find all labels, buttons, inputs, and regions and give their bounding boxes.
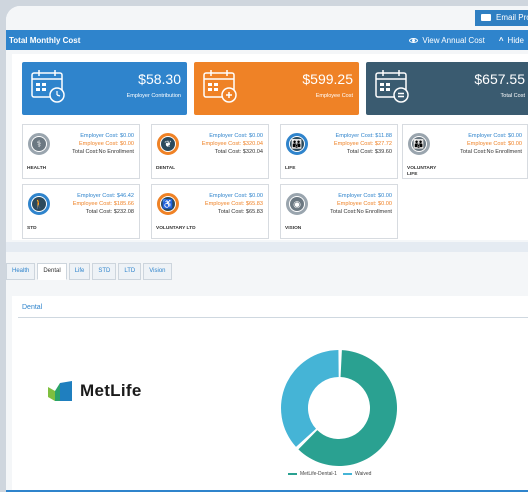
calendar-equals-icon xyxy=(375,70,409,103)
legend-item[interactable]: Waived xyxy=(342,471,372,477)
summary-amount: $599.25 xyxy=(302,71,353,87)
coverage-tabs: Health Dental Life STD LTD Vision xyxy=(6,263,174,280)
summary-card: $657.55 Total Cost xyxy=(366,62,528,115)
caduceus-icon: ⚕ xyxy=(28,133,50,155)
email-prospect-label: Email Prospec xyxy=(496,13,528,22)
coverage-name: DENTAL xyxy=(156,166,176,171)
tab-ltd[interactable]: LTD xyxy=(118,263,142,280)
metlife-logo-mark-icon xyxy=(48,381,72,401)
summary-amount: $58.30 xyxy=(138,71,181,87)
dental-panel: Dental MetLife MetLife-Dental-1 Waived xyxy=(12,296,528,492)
coverage-name: HEALTH xyxy=(27,166,47,171)
chart-legend: MetLife-Dental-1 Waived xyxy=(288,471,371,477)
eye-icon xyxy=(409,37,419,43)
employer-cost: Employer Cost: $0.00 xyxy=(468,133,522,139)
total-cost: Total Cost:No Enrollment xyxy=(460,149,522,155)
tab-vision[interactable]: Vision xyxy=(143,263,172,280)
family-icon: 👪 xyxy=(408,133,430,155)
employer-cost: Employer Cost: $0.00 xyxy=(338,193,392,199)
employer-cost: Employer Cost: $0.00 xyxy=(80,133,134,139)
family-icon: 👪 xyxy=(286,133,308,155)
total-cost: Total Cost:No Enrollment xyxy=(330,209,392,215)
view-annual-cost-button[interactable]: View Annual Cost xyxy=(405,36,489,45)
top-strip xyxy=(6,6,528,30)
coverage-card-health[interactable]: ⚕ HEALTH Employer Cost: $0.00 Employee Cost… xyxy=(22,124,140,179)
hide-button[interactable]: ^ Hide xyxy=(495,36,528,45)
section-divider xyxy=(6,242,528,252)
employer-cost: Employer Cost: $0.00 xyxy=(209,193,263,199)
coverage-card-voluntary-life[interactable]: 👪 VOLUNTARY LIFE Employer Cost: $0.00 Emplo… xyxy=(402,124,528,179)
employer-cost: Employer Cost: $11.88 xyxy=(335,133,392,139)
tab-health[interactable]: Health xyxy=(6,263,36,280)
employee-cost: Employee Cost: $27.72 xyxy=(333,141,392,147)
elderly-person-icon: 🚶 xyxy=(28,193,50,215)
total-cost: Total Cost: $65.83 xyxy=(217,209,263,215)
employer-cost: Employer Cost: $46.42 xyxy=(77,193,134,199)
coverage-name: LIFE xyxy=(285,166,296,171)
employee-cost: Employee Cost: $65.83 xyxy=(204,201,263,207)
chevron-up-icon: ^ xyxy=(498,35,504,45)
tab-life[interactable]: Life xyxy=(68,263,91,280)
coverage-card-vision[interactable]: ◉ VISION Employer Cost: $0.00 Employee Cost… xyxy=(280,184,398,239)
employer-cost: Employer Cost: $0.00 xyxy=(209,133,263,139)
coverage-name: VOLUNTARY LIFE xyxy=(407,166,437,177)
email-prospect-button[interactable]: Email Prospec xyxy=(475,10,528,26)
legend-label: Waived xyxy=(354,471,372,477)
eye-icon: ◉ xyxy=(286,193,308,215)
dental-title: Dental xyxy=(22,304,43,311)
tab-dental[interactable]: Dental xyxy=(37,263,67,280)
bar-actions: View Annual Cost ^ Hide xyxy=(405,30,528,50)
summary-card: $599.25 Employee Cost xyxy=(194,62,359,115)
coverage-name: STD xyxy=(27,226,37,231)
coverage-name: VOLUNTARY LTD xyxy=(156,226,196,231)
employee-cost: Employee Cost: $320.04 xyxy=(201,141,263,147)
envelope-icon xyxy=(481,14,491,21)
cost-summary-panel: $58.30 Employer Contribution $599.25 Employ… xyxy=(12,54,528,240)
hide-label: Hide xyxy=(507,35,524,45)
tab-std[interactable]: STD xyxy=(92,263,117,280)
employee-cost: Employee Cost: $0.00 xyxy=(466,141,522,147)
wheelchair-icon: ♿ xyxy=(157,193,179,215)
metlife-logo-text: MetLife xyxy=(80,381,142,400)
coverage-name: VISION xyxy=(285,226,302,231)
legend-label: MetLife-Dental-1 xyxy=(300,471,337,477)
employee-cost: Employee Cost: $185.66 xyxy=(72,201,134,207)
view-annual-cost-label: View Annual Cost xyxy=(422,35,485,45)
summary-label: Total Cost xyxy=(500,93,525,99)
total-monthly-cost-bar: Total Monthly Cost View Annual Cost ^ Hi… xyxy=(6,30,528,50)
legend-item[interactable]: MetLife-Dental-1 xyxy=(288,471,337,477)
calendar-plus-icon xyxy=(203,70,237,103)
donut-slice-waived[interactable] xyxy=(281,350,339,447)
legend-swatch xyxy=(342,472,352,475)
coverage-card-life[interactable]: 👪 LIFE Employer Cost: $11.88 Employee Cost:… xyxy=(280,124,398,179)
app-card: Email Prospec Total Monthly Cost View An… xyxy=(6,6,528,492)
coverage-card-voluntary-ltd[interactable]: ♿ VOLUNTARY LTD Employer Cost: $0.00 Employ… xyxy=(151,184,269,239)
summary-label: Employer Contribution xyxy=(126,93,181,99)
total-cost: Total Cost:No Enrollment xyxy=(72,149,134,155)
total-cost: Total Cost: $232.08 xyxy=(85,209,134,215)
total-cost: Total Cost: $320.04 xyxy=(214,149,263,155)
total-cost: Total Cost: $39.60 xyxy=(346,149,392,155)
employee-cost: Employee Cost: $0.00 xyxy=(336,201,392,207)
bar-title: Total Monthly Cost xyxy=(9,36,81,45)
coverage-card-std[interactable]: 🚶 STD Employer Cost: $46.42 Employee Cost: … xyxy=(22,184,140,239)
calendar-clock-icon xyxy=(31,70,65,103)
summary-card: $58.30 Employer Contribution xyxy=(22,62,187,115)
summary-label: Employee Cost xyxy=(315,93,353,99)
employee-cost: Employee Cost: $0.00 xyxy=(78,141,134,147)
legend-swatch xyxy=(288,472,297,475)
tooth-icon: ❦ xyxy=(157,133,179,155)
coverage-card-dental[interactable]: ❦ DENTAL Employer Cost: $0.00 Employee Cost… xyxy=(151,124,269,179)
dental-title-underline xyxy=(18,317,528,318)
metlife-logo: MetLife xyxy=(48,381,142,401)
summary-amount: $657.55 xyxy=(474,71,525,87)
dental-enrollment-donut xyxy=(281,350,397,466)
